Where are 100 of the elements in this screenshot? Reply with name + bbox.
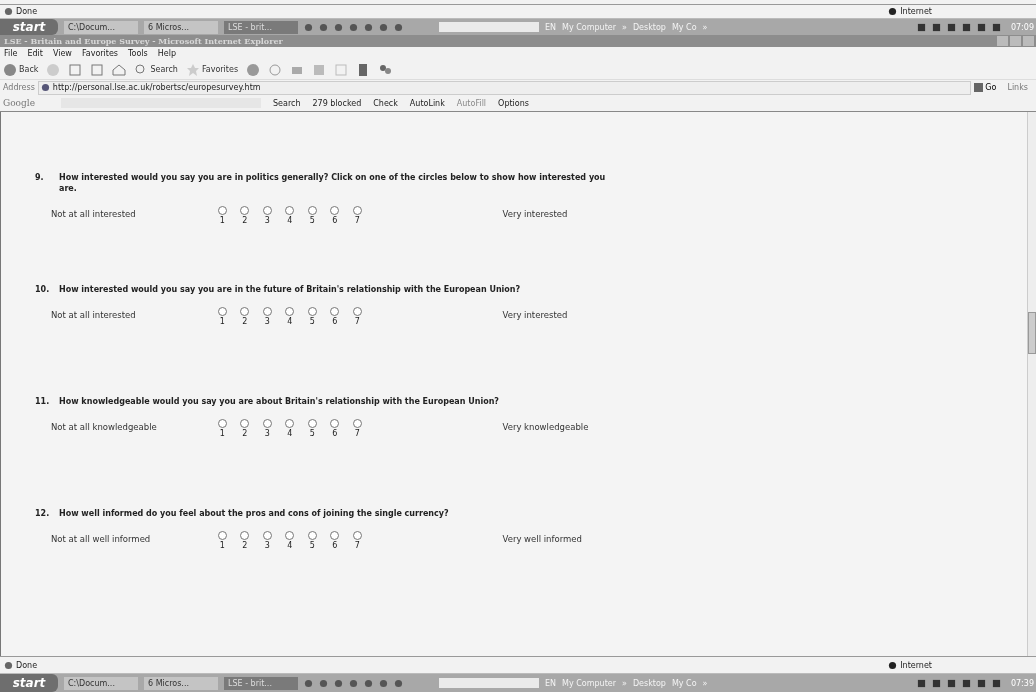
status-text: Done bbox=[16, 7, 38, 16]
radio-button[interactable] bbox=[262, 307, 272, 316]
radio-button[interactable] bbox=[307, 419, 317, 428]
go-button[interactable]: Go bbox=[974, 83, 997, 92]
scale-number: 6 bbox=[332, 216, 338, 225]
taskbar-button[interactable]: 6 Micros... bbox=[144, 20, 218, 34]
menu-item[interactable]: Edit bbox=[27, 49, 43, 58]
search-button[interactable]: Search bbox=[134, 62, 178, 77]
scale-number: 5 bbox=[309, 541, 315, 550]
radio-button[interactable] bbox=[307, 307, 317, 316]
scale-number: 2 bbox=[242, 216, 248, 225]
scale-number: 7 bbox=[354, 429, 360, 438]
favorites-button[interactable]: Favorites bbox=[185, 62, 239, 77]
radio-button[interactable] bbox=[217, 419, 227, 428]
links-label[interactable]: Links bbox=[1007, 83, 1028, 92]
scale-number: 7 bbox=[354, 317, 360, 326]
scale-number: 4 bbox=[287, 317, 293, 326]
start-button[interactable]: start bbox=[0, 674, 58, 692]
scroll-thumb[interactable] bbox=[1028, 312, 1036, 354]
radio-button[interactable] bbox=[217, 206, 227, 215]
radio-button[interactable] bbox=[240, 307, 250, 316]
scale-number: 2 bbox=[242, 541, 248, 550]
radio-button[interactable] bbox=[262, 531, 272, 540]
home-icon[interactable] bbox=[112, 62, 127, 77]
scale-number: 5 bbox=[309, 216, 315, 225]
radio-button[interactable] bbox=[285, 419, 295, 428]
scale-number: 1 bbox=[219, 317, 225, 326]
google-toolbar-button[interactable]: 279 blocked bbox=[312, 98, 362, 108]
menu-item[interactable]: Tools bbox=[128, 49, 148, 58]
search-field[interactable] bbox=[439, 678, 539, 688]
radio-button[interactable] bbox=[330, 419, 340, 428]
people-icon[interactable] bbox=[378, 62, 393, 77]
address-field[interactable]: http://personal.lse.ac.uk/robertsc/europesurvey.htm bbox=[37, 80, 972, 95]
menu-item[interactable]: File bbox=[4, 49, 18, 58]
menu-item[interactable]: View bbox=[52, 49, 72, 58]
radio-button[interactable] bbox=[240, 419, 250, 428]
radio-button[interactable] bbox=[285, 531, 295, 540]
question-number: 10. bbox=[35, 284, 49, 295]
radio-button[interactable] bbox=[330, 307, 340, 316]
scale-number: 4 bbox=[287, 216, 293, 225]
radio-button[interactable] bbox=[352, 419, 362, 428]
google-logo[interactable]: Google bbox=[3, 98, 39, 108]
scale-number: 4 bbox=[287, 429, 293, 438]
scale-number: 6 bbox=[332, 429, 338, 438]
google-toolbar-button[interactable]: AutoLink bbox=[409, 98, 445, 108]
radio-button[interactable] bbox=[330, 206, 340, 215]
taskbar-button[interactable]: 6 Micros... bbox=[144, 676, 218, 690]
question-number: 9. bbox=[35, 172, 45, 184]
radio-button[interactable] bbox=[285, 307, 295, 316]
start-button[interactable]: start bbox=[0, 19, 58, 35]
radio-button[interactable] bbox=[285, 206, 295, 215]
scale-number: 6 bbox=[332, 541, 338, 550]
google-toolbar-button[interactable]: Options bbox=[498, 98, 529, 108]
scale-low-label: Not at all knowledgeable bbox=[51, 421, 158, 432]
scale-number: 7 bbox=[354, 541, 360, 550]
scale-number: 3 bbox=[264, 216, 270, 225]
radio-button[interactable] bbox=[352, 531, 362, 540]
clock: 07:39 bbox=[1010, 678, 1034, 688]
zone-text: Internet bbox=[900, 660, 932, 670]
scale-number: 2 bbox=[242, 429, 248, 438]
radio-button[interactable] bbox=[262, 419, 272, 428]
address-label: Address bbox=[3, 83, 35, 92]
radio-button[interactable] bbox=[240, 531, 250, 540]
radio-button[interactable] bbox=[352, 206, 362, 215]
radio-button[interactable] bbox=[262, 206, 272, 215]
question-number: 11. bbox=[35, 396, 49, 407]
scale-low-label: Not at all interested bbox=[51, 309, 137, 320]
scrollbar[interactable] bbox=[1027, 112, 1036, 656]
scale-number: 3 bbox=[264, 429, 270, 438]
radio-button[interactable] bbox=[217, 307, 227, 316]
back-button[interactable]: Back bbox=[3, 62, 39, 77]
radio-button[interactable] bbox=[352, 307, 362, 316]
scale-number: 5 bbox=[309, 429, 315, 438]
menu-item[interactable]: Favorites bbox=[81, 49, 118, 58]
search-field[interactable] bbox=[439, 22, 539, 32]
scale-number: 3 bbox=[264, 317, 270, 326]
radio-button[interactable] bbox=[217, 531, 227, 540]
taskbar-button[interactable]: C:\Docum... bbox=[64, 676, 138, 690]
radio-button[interactable] bbox=[307, 206, 317, 215]
scale-number: 1 bbox=[219, 541, 225, 550]
star-icon bbox=[185, 62, 200, 77]
taskbar-button[interactable]: C:\Docum... bbox=[64, 20, 138, 34]
scale-number: 2 bbox=[242, 317, 248, 326]
google-toolbar-button[interactable]: Check bbox=[373, 98, 398, 108]
google-toolbar-button[interactable]: Search bbox=[273, 98, 301, 108]
scale-number: 1 bbox=[219, 216, 225, 225]
scale-number: 3 bbox=[264, 541, 270, 550]
scale-low-label: Not at all interested bbox=[51, 208, 137, 219]
radio-button[interactable] bbox=[240, 206, 250, 215]
scale-number: 6 bbox=[332, 317, 338, 326]
radio-button[interactable] bbox=[330, 531, 340, 540]
scale-number: 5 bbox=[309, 317, 315, 326]
scale-number: 1 bbox=[219, 429, 225, 438]
question-text: How knowledgeable would you say you are about Britain's relationship with the European Union? bbox=[59, 396, 499, 407]
scale-number: 4 bbox=[287, 541, 293, 550]
window-title: LSE - Britain and Europe Survey - Microsoft Internet Explorer bbox=[4, 36, 283, 46]
menu-item[interactable]: Help bbox=[157, 49, 176, 58]
scale-high-label: Very interested bbox=[502, 309, 569, 320]
radio-button[interactable] bbox=[307, 531, 317, 540]
question-number: 12. bbox=[35, 508, 49, 519]
